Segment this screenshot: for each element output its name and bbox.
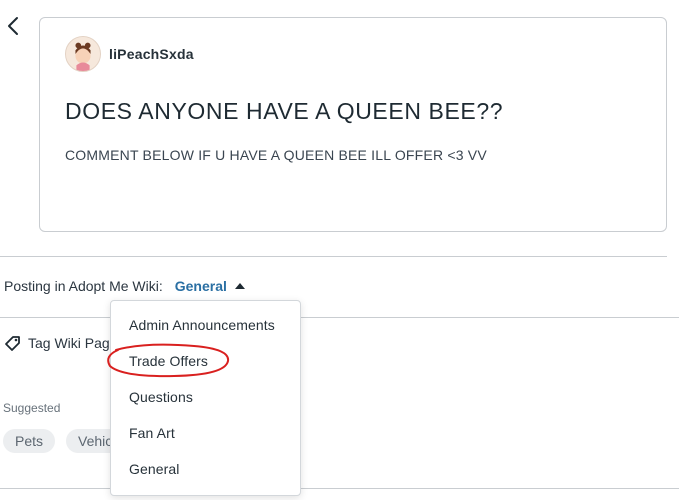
divider <box>0 488 679 489</box>
category-dropdown-menu: Admin Announcements Trade Offers Questio… <box>110 300 301 496</box>
posting-label: Posting in Adopt Me Wiki: <box>4 278 163 294</box>
dropdown-item-admin-announcements[interactable]: Admin Announcements <box>129 317 275 333</box>
dropdown-item-questions[interactable]: Questions <box>129 389 193 405</box>
post-editor-page: liPeachSxda DOES ANYONE HAVE A QUEEN BEE… <box>0 0 679 500</box>
suggested-chip-pets[interactable]: Pets <box>3 429 56 453</box>
divider <box>0 256 667 257</box>
caret-up-icon <box>234 283 245 289</box>
chevron-left-icon <box>8 17 18 35</box>
back-button[interactable] <box>4 14 22 38</box>
divider <box>0 317 679 318</box>
suggested-label: Suggested <box>3 401 61 415</box>
dropdown-item-fan-art[interactable]: Fan Art <box>129 425 175 441</box>
dropdown-item-general[interactable]: General <box>129 461 180 477</box>
avatar-image-icon <box>66 37 100 71</box>
dropdown-item-trade-offers[interactable]: Trade Offers <box>129 353 208 369</box>
category-selected-value: General <box>174 278 227 294</box>
tag-icon <box>4 334 22 352</box>
category-select[interactable]: General <box>175 278 245 294</box>
post-author: liPeachSxda <box>65 36 194 72</box>
posting-category-row: Posting in Adopt Me Wiki: General <box>4 278 245 294</box>
post-card: liPeachSxda DOES ANYONE HAVE A QUEEN BEE… <box>39 17 667 232</box>
post-title[interactable]: DOES ANYONE HAVE A QUEEN BEE?? <box>65 98 503 125</box>
author-name[interactable]: liPeachSxda <box>109 46 194 62</box>
tag-wiki-pages-button[interactable]: Tag Wiki Pages <box>4 334 124 352</box>
post-body[interactable]: COMMENT BELOW IF U HAVE A QUEEN BEE ILL … <box>65 147 487 163</box>
avatar[interactable] <box>65 36 101 72</box>
